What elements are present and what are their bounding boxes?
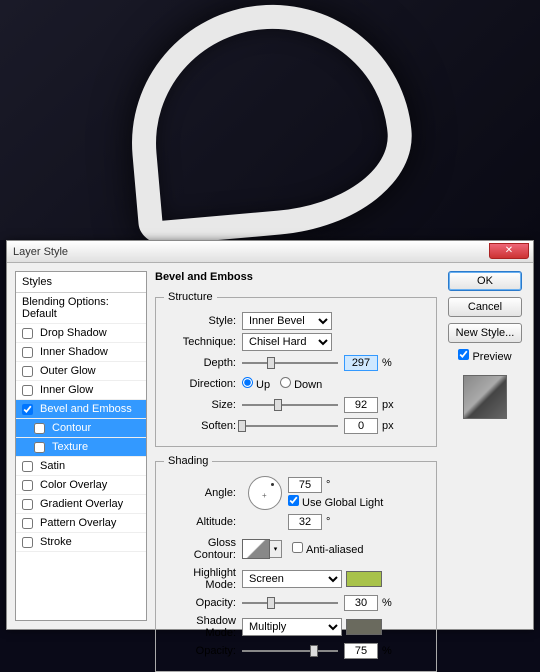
depth-input[interactable] xyxy=(344,355,378,371)
soften-label: Soften: xyxy=(164,420,242,432)
preview-checkbox[interactable]: Preview xyxy=(458,349,511,363)
cancel-button[interactable]: Cancel xyxy=(448,297,522,317)
soften-unit: px xyxy=(382,420,394,432)
gloss-contour-label: Gloss Contour: xyxy=(164,537,242,561)
styles-item-pattern-overlay[interactable]: Pattern Overlay xyxy=(16,514,146,533)
blending-options-item[interactable]: Blending Options: Default xyxy=(16,293,146,324)
styles-item-label: Inner Shadow xyxy=(40,346,108,358)
styles-item-label: Outer Glow xyxy=(40,365,96,377)
structure-group: Structure Style: Inner Bevel Technique: … xyxy=(155,291,437,447)
shadow-opacity-label: Opacity: xyxy=(164,645,242,657)
dialog-title: Layer Style xyxy=(13,246,68,258)
highlight-opacity-label: Opacity: xyxy=(164,597,242,609)
styles-item-outer-glow[interactable]: Outer Glow xyxy=(16,362,146,381)
styles-item-color-overlay[interactable]: Color Overlay xyxy=(16,476,146,495)
shadow-opacity-input[interactable] xyxy=(344,643,378,659)
angle-label: Angle: xyxy=(164,487,242,499)
styles-item-label: Inner Glow xyxy=(40,384,93,396)
styles-checkbox[interactable] xyxy=(22,461,33,472)
styles-checkbox[interactable] xyxy=(22,480,33,491)
styles-checkbox[interactable] xyxy=(22,328,33,339)
styles-header[interactable]: Styles xyxy=(16,272,146,293)
styles-list-panel: Styles Blending Options: Default Drop Sh… xyxy=(15,271,147,621)
size-label: Size: xyxy=(164,399,242,411)
depth-label: Depth: xyxy=(164,357,242,369)
direction-label: Direction: xyxy=(164,378,242,390)
styles-item-contour[interactable]: Contour xyxy=(16,419,146,438)
new-style-button[interactable]: New Style... xyxy=(448,323,522,343)
gloss-contour-dropdown[interactable]: ▾ xyxy=(270,540,282,558)
bevel-title: Bevel and Emboss xyxy=(155,271,437,283)
angle-dial[interactable]: + xyxy=(248,476,282,510)
technique-label: Technique: xyxy=(164,336,242,348)
shadow-opacity-slider[interactable] xyxy=(242,644,338,658)
styles-checkbox[interactable] xyxy=(22,385,33,396)
background-3d-render xyxy=(0,0,540,240)
direction-up-radio[interactable]: Up xyxy=(242,377,270,391)
styles-checkbox[interactable] xyxy=(34,442,45,453)
styles-item-inner-shadow[interactable]: Inner Shadow xyxy=(16,343,146,362)
ok-button[interactable]: OK xyxy=(448,271,522,291)
antialiased-checkbox[interactable]: Anti-aliased xyxy=(292,542,363,556)
styles-item-label: Texture xyxy=(52,441,88,453)
highlight-opacity-input[interactable] xyxy=(344,595,378,611)
highlight-opacity-slider[interactable] xyxy=(242,596,338,610)
styles-item-label: Satin xyxy=(40,460,65,472)
styles-checkbox[interactable] xyxy=(22,518,33,529)
styles-checkbox[interactable] xyxy=(22,499,33,510)
depth-unit: % xyxy=(382,357,392,369)
styles-item-label: Pattern Overlay xyxy=(40,517,116,529)
styles-item-label: Color Overlay xyxy=(40,479,107,491)
styles-checkbox[interactable] xyxy=(22,347,33,358)
styles-item-satin[interactable]: Satin xyxy=(16,457,146,476)
shading-group: Shading Angle: + ° Use Global Light Alti… xyxy=(155,455,437,672)
styles-item-drop-shadow[interactable]: Drop Shadow xyxy=(16,324,146,343)
structure-legend: Structure xyxy=(164,291,217,303)
size-unit: px xyxy=(382,399,394,411)
shadow-mode-label: Shadow Mode: xyxy=(164,615,242,639)
styles-checkbox[interactable] xyxy=(22,366,33,377)
styles-item-label: Gradient Overlay xyxy=(40,498,123,510)
letter-d-graphic xyxy=(121,0,420,247)
technique-select[interactable]: Chisel Hard xyxy=(242,333,332,351)
soften-input[interactable] xyxy=(344,418,378,434)
styles-checkbox[interactable] xyxy=(34,423,45,434)
altitude-label: Altitude: xyxy=(164,516,242,528)
depth-slider[interactable] xyxy=(242,356,338,370)
gloss-contour-swatch[interactable] xyxy=(242,539,270,559)
styles-item-label: Contour xyxy=(52,422,91,434)
dialog-buttons-panel: OK Cancel New Style... Preview xyxy=(445,271,525,621)
style-select[interactable]: Inner Bevel xyxy=(242,312,332,330)
styles-checkbox[interactable] xyxy=(22,404,33,415)
styles-checkbox[interactable] xyxy=(22,537,33,548)
highlight-mode-label: Highlight Mode: xyxy=(164,567,242,591)
titlebar[interactable]: Layer Style ✕ xyxy=(7,241,533,263)
bevel-settings-panel: Bevel and Emboss Structure Style: Inner … xyxy=(155,271,437,621)
shadow-mode-select[interactable]: Multiply xyxy=(242,618,342,636)
highlight-color-swatch[interactable] xyxy=(346,571,382,587)
highlight-mode-select[interactable]: Screen xyxy=(242,570,342,588)
close-button[interactable]: ✕ xyxy=(489,243,529,259)
altitude-input[interactable] xyxy=(288,514,322,530)
styles-item-inner-glow[interactable]: Inner Glow xyxy=(16,381,146,400)
shadow-color-swatch[interactable] xyxy=(346,619,382,635)
style-label: Style: xyxy=(164,315,242,327)
styles-item-texture[interactable]: Texture xyxy=(16,438,146,457)
styles-item-gradient-overlay[interactable]: Gradient Overlay xyxy=(16,495,146,514)
layer-style-dialog: Layer Style ✕ Styles Blending Options: D… xyxy=(6,240,534,630)
soften-slider[interactable] xyxy=(242,419,338,433)
styles-item-label: Drop Shadow xyxy=(40,327,107,339)
styles-item-label: Stroke xyxy=(40,536,72,548)
global-light-checkbox[interactable]: Use Global Light xyxy=(288,497,383,509)
styles-item-stroke[interactable]: Stroke xyxy=(16,533,146,552)
shading-legend: Shading xyxy=(164,455,212,467)
direction-down-radio[interactable]: Down xyxy=(280,377,322,391)
angle-input[interactable] xyxy=(288,477,322,493)
size-slider[interactable] xyxy=(242,398,338,412)
styles-item-bevel-and-emboss[interactable]: Bevel and Emboss xyxy=(16,400,146,419)
styles-item-label: Bevel and Emboss xyxy=(40,403,132,415)
size-input[interactable] xyxy=(344,397,378,413)
preview-swatch xyxy=(463,375,507,419)
